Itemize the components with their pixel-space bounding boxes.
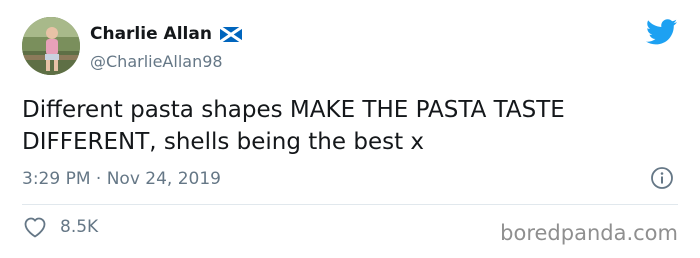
avatar[interactable] bbox=[22, 17, 80, 75]
likes-count: 8.5K bbox=[60, 217, 99, 237]
author-handle[interactable]: @CharlieAllan98 bbox=[90, 52, 223, 72]
heart-icon bbox=[24, 217, 46, 238]
tweet-card: Charlie Allan @CharlieAllan98 Different … bbox=[0, 0, 700, 258]
watermark: boredpanda.com bbox=[500, 221, 678, 245]
info-icon[interactable] bbox=[650, 166, 674, 190]
display-name[interactable]: Charlie Allan bbox=[90, 24, 212, 44]
likes-button[interactable]: 8.5K bbox=[22, 215, 98, 239]
scotland-flag-icon bbox=[219, 26, 242, 42]
divider bbox=[22, 204, 678, 205]
tweet-timestamp[interactable]: 3:29 PM · Nov 24, 2019 bbox=[22, 168, 221, 190]
author-name-row: Charlie Allan bbox=[90, 24, 242, 44]
avatar-photo bbox=[22, 17, 80, 75]
tweet-text: Different pasta shapes MAKE THE PASTA TA… bbox=[22, 97, 565, 155]
twitter-bird-icon[interactable] bbox=[646, 19, 677, 45]
